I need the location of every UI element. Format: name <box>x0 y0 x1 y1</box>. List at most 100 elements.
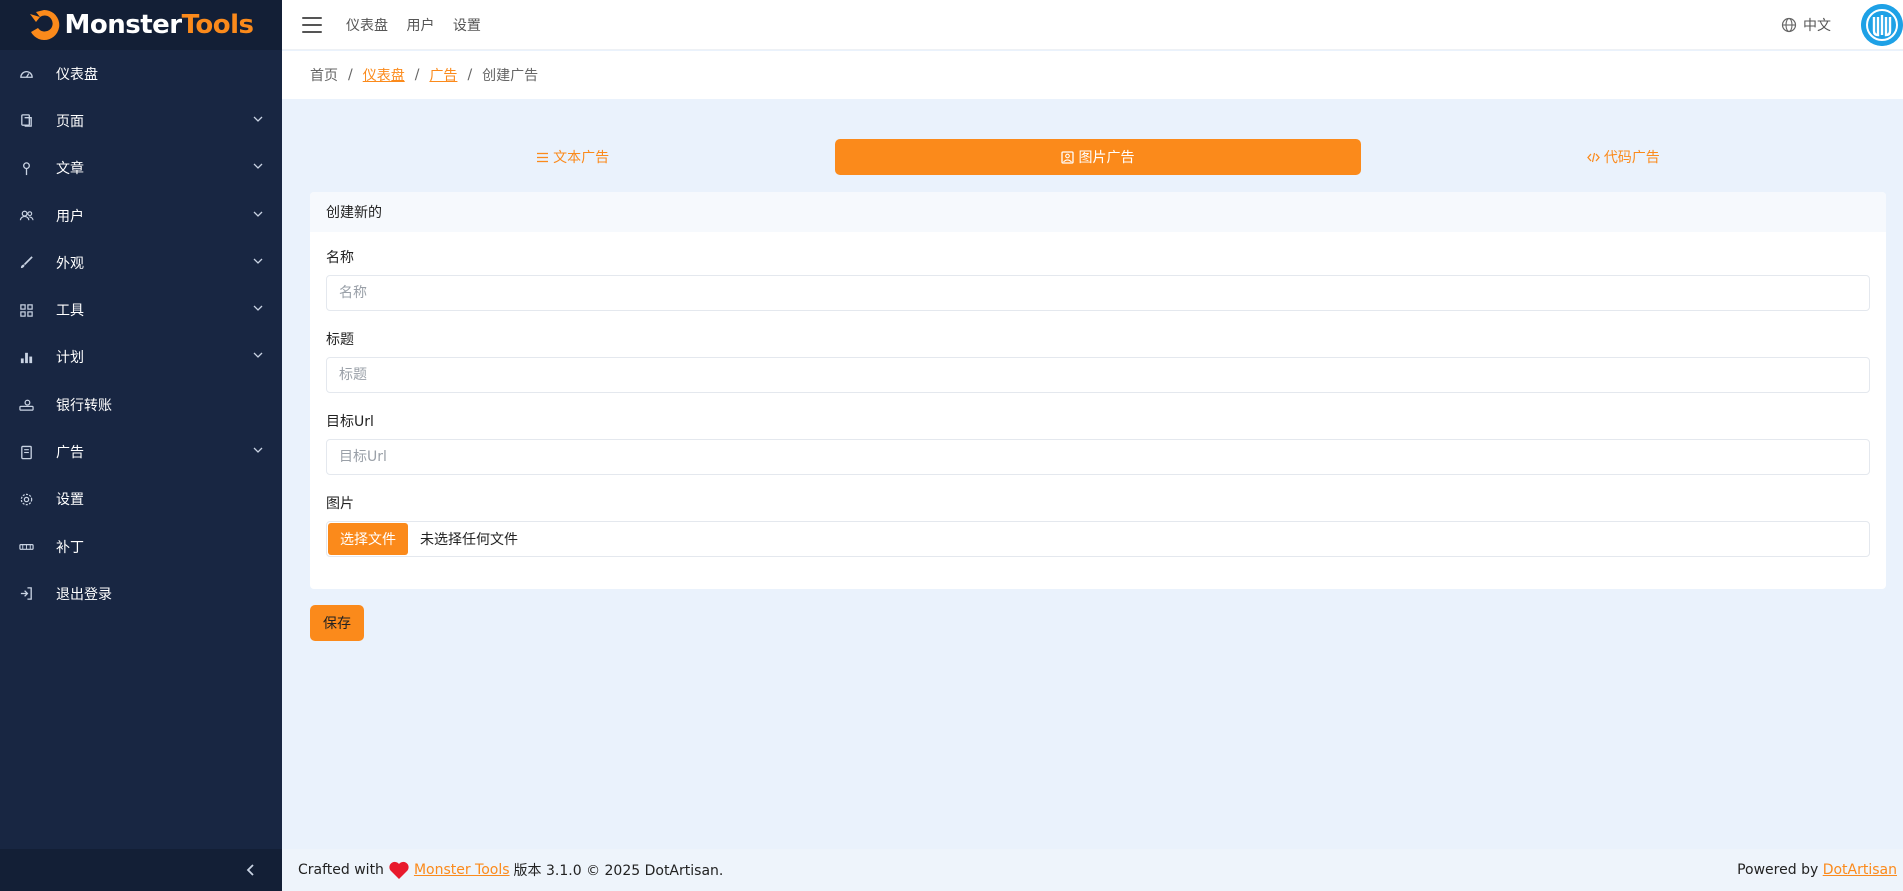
url-label: 目标Url <box>326 413 374 430</box>
globe-icon <box>1781 17 1797 32</box>
bank-transfer-icon <box>18 397 34 413</box>
title-label: 标题 <box>326 331 354 348</box>
bar-chart-icon <box>18 349 34 365</box>
sidebar: MonsterTools 仪表盘 页面 文章 用户 外观 工具 计划 银行转账 … <box>0 0 282 891</box>
chevron-down-icon <box>252 208 264 224</box>
sidebar-item-label: 页面 <box>56 113 84 130</box>
sidebar-item-label: 计划 <box>56 350 84 367</box>
sidebar-item-articles[interactable]: 文章 <box>0 145 282 192</box>
top-nav-dashboard[interactable]: 仪表盘 <box>346 18 388 34</box>
footer-powered: Powered by DotArtisan <box>1737 862 1897 878</box>
breadcrumb-separator: / <box>348 67 353 83</box>
chevron-down-icon <box>252 302 264 318</box>
create-ad-card: 创建新的 名称 标题 目标Url 图片 选择文件 未选择任何文件 <box>310 192 1886 589</box>
breadcrumb-current: 创建广告 <box>482 68 539 84</box>
logo-mark-icon <box>30 9 60 40</box>
url-group: 目标Url <box>326 410 1870 492</box>
main-content: 文本广告 图片广告 代码广告 创建新的 名称 标题 目标Url <box>282 99 1903 849</box>
sidebar-item-label: 设置 <box>56 492 84 509</box>
heart-icon <box>389 861 409 879</box>
hamburger-menu-icon[interactable] <box>302 16 322 33</box>
pages-icon <box>18 113 34 129</box>
footer-brand-link[interactable]: Monster Tools <box>414 862 510 878</box>
target-url-input[interactable] <box>326 439 1870 475</box>
image-group: 图片 选择文件 未选择任何文件 <box>326 492 1870 557</box>
logo-text-part1: Monster <box>64 10 182 40</box>
avatar-logo-icon <box>1861 3 1903 46</box>
image-file-input[interactable]: 选择文件 未选择任何文件 <box>326 521 1870 557</box>
image-label: 图片 <box>326 495 354 512</box>
users-icon <box>18 208 34 224</box>
top-bar: 仪表盘 用户 设置 中文 <box>282 0 1903 50</box>
name-group: 名称 <box>326 246 1870 328</box>
list-icon <box>537 152 549 162</box>
top-bar-right: 中文 <box>1781 3 1903 46</box>
receipt-icon <box>18 444 34 460</box>
sidebar-item-patch[interactable]: 补丁 <box>0 523 282 570</box>
chevron-down-icon <box>252 160 264 176</box>
language-switcher[interactable]: 中文 <box>1781 15 1831 35</box>
sidebar-item-dashboard[interactable]: 仪表盘 <box>0 50 282 97</box>
sidebar-item-bank-transfer[interactable]: 银行转账 <box>0 381 282 428</box>
tab-label: 文本广告 <box>553 150 610 166</box>
top-nav-users[interactable]: 用户 <box>406 18 434 34</box>
sidebar-item-ads[interactable]: 广告 <box>0 428 282 475</box>
breadcrumb-separator: / <box>467 67 473 83</box>
gear-icon <box>18 491 34 507</box>
breadcrumb-separator: / <box>414 67 420 83</box>
sidebar-item-logout[interactable]: 退出登录 <box>0 570 282 617</box>
name-input[interactable] <box>326 275 1870 311</box>
sidebar-item-label: 仪表盘 <box>56 66 98 83</box>
chevron-down-icon <box>252 113 264 129</box>
sidebar-item-label: 退出登录 <box>56 586 112 603</box>
logo-text-part2: Tools <box>181 10 254 40</box>
logo[interactable]: MonsterTools <box>0 0 282 50</box>
breadcrumb-dashboard-link[interactable]: 仪表盘 <box>363 65 405 85</box>
sidebar-item-label: 外观 <box>56 255 84 272</box>
ad-type-tabs: 文本广告 图片广告 代码广告 <box>310 139 1886 175</box>
avatar[interactable] <box>1861 3 1903 46</box>
language-label: 中文 <box>1803 17 1831 34</box>
chevron-down-icon <box>252 255 264 271</box>
title-input[interactable] <box>326 357 1870 393</box>
footer-crafted-text: Crafted with <box>298 862 384 878</box>
chevron-down-icon <box>252 349 264 365</box>
sidebar-item-label: 工具 <box>56 303 84 320</box>
breadcrumb: 首页 / 仪表盘 / 广告 / 创建广告 <box>282 51 1903 99</box>
sidebar-item-appearance[interactable]: 外观 <box>0 239 282 286</box>
sidebar-item-label: 文章 <box>56 161 84 178</box>
tab-label: 代码广告 <box>1603 150 1660 166</box>
top-nav: 仪表盘 用户 设置 <box>346 15 495 35</box>
pin-icon <box>18 160 34 176</box>
grid-icon <box>18 302 34 318</box>
sidebar-item-label: 补丁 <box>56 539 84 556</box>
sidebar-item-users[interactable]: 用户 <box>0 192 282 239</box>
file-status: 未选择任何文件 <box>420 532 518 548</box>
tab-image-ad[interactable]: 图片广告 <box>835 139 1361 175</box>
tab-text-ad[interactable]: 文本广告 <box>310 139 835 175</box>
footer: Crafted with Monster Tools 版本 3.1.0 © 20… <box>282 849 1903 891</box>
save-button[interactable]: 保存 <box>310 605 364 641</box>
card-title: 创建新的 <box>310 192 1886 232</box>
sidebar-item-pages[interactable]: 页面 <box>0 97 282 144</box>
top-nav-settings[interactable]: 设置 <box>453 18 481 34</box>
title-group: 标题 <box>326 328 1870 410</box>
choose-file-button[interactable]: 选择文件 <box>328 523 408 555</box>
sidebar-item-label: 广告 <box>56 445 84 462</box>
sidebar-item-label: 用户 <box>56 208 84 225</box>
sidebar-collapse-button[interactable] <box>0 849 282 891</box>
logo-text: MonsterTools <box>64 10 254 40</box>
sidebar-item-settings[interactable]: 设置 <box>0 476 282 523</box>
breadcrumb-ads-link[interactable]: 广告 <box>429 65 457 85</box>
breadcrumb-home[interactable]: 首页 <box>310 65 338 85</box>
brush-icon <box>18 255 34 271</box>
dashboard-gauge-icon <box>18 66 34 82</box>
sidebar-item-plans[interactable]: 计划 <box>0 334 282 381</box>
patch-icon <box>18 539 34 555</box>
chevron-down-icon <box>252 444 264 460</box>
footer-powered-link[interactable]: DotArtisan <box>1823 862 1897 878</box>
sidebar-item-tools[interactable]: 工具 <box>0 286 282 333</box>
ad-form: 名称 标题 目标Url 图片 选择文件 未选择任何文件 <box>310 232 1886 557</box>
tab-code-ad[interactable]: 代码广告 <box>1361 139 1886 175</box>
sidebar-menu: 仪表盘 页面 文章 用户 外观 工具 计划 银行转账 广告 设置 补丁 退出登录 <box>0 50 282 618</box>
